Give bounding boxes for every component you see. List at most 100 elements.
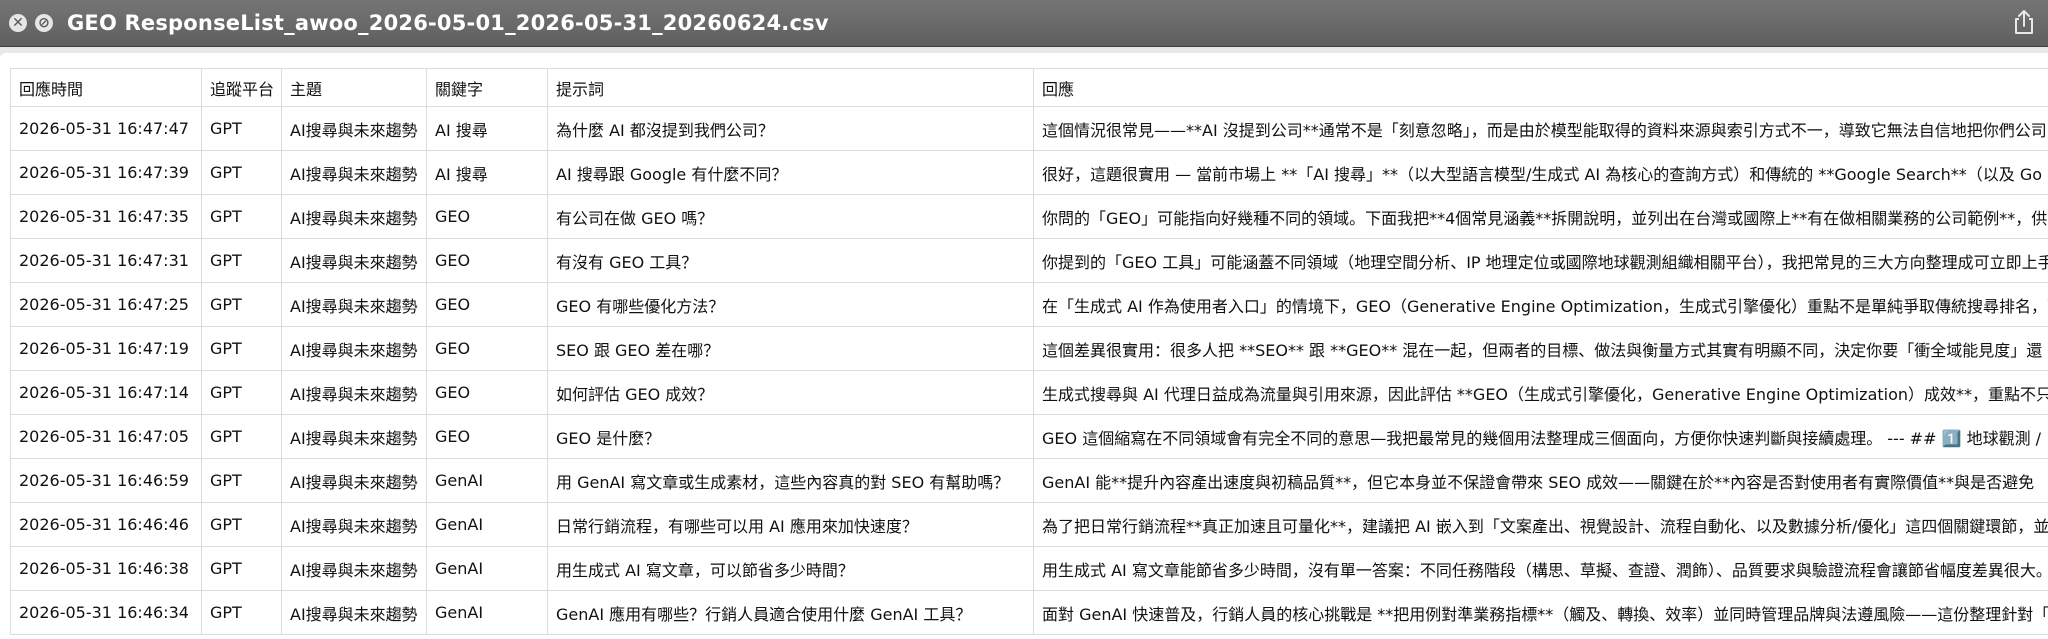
cell-response: 這個情況很常見——**AI 沒提到公司**通常不是「刻意忽略」，而是由於模型能取… (1033, 106, 2048, 151)
header-platform: 追蹤平台 (201, 68, 282, 107)
cell-platform: GPT (201, 238, 282, 283)
cell-topic: AI搜尋與未來趨勢 (281, 414, 427, 459)
cell-keyword: AI 搜尋 (426, 106, 548, 151)
title-bar: ✕ ⊘ GEO ResponseList_awoo_2026-05-01_202… (0, 0, 2048, 47)
cell-topic: AI搜尋與未來趨勢 (281, 502, 427, 547)
cell-response: 用生成式 AI 寫文章能節省多少時間，沒有單一答案：不同任務階段（構思、草擬、查… (1033, 546, 2048, 591)
close-window-button[interactable]: ✕ (9, 14, 27, 32)
cell-response-time: 2026-05-31 16:46:38 (10, 546, 202, 591)
cell-keyword: GEO (426, 194, 548, 239)
fullscreen-icon: ⊘ (38, 15, 50, 31)
cell-response-time: 2026-05-31 16:47:05 (10, 414, 202, 459)
cell-prompt: 日常行銷流程，有哪些可以用 AI 應用來加快速度？ (547, 502, 1034, 547)
cell-response: 你問的「GEO」可能指向好幾種不同的領域。下面我把**4個常見涵義**拆開說明，… (1033, 194, 2048, 239)
cell-response: GenAI 能**提升內容產出速度與初稿品質**，但它本身並不保證會帶來 SEO… (1033, 458, 2048, 503)
cell-prompt: AI 搜尋跟 Google 有什麼不同？ (547, 150, 1034, 195)
cell-response-time: 2026-05-31 16:47:19 (10, 326, 202, 371)
cell-response: 在「生成式 AI 作為使用者入口」的情境下，GEO（Generative Eng… (1033, 282, 2048, 327)
cell-response-time: 2026-05-31 16:46:59 (10, 458, 202, 503)
cell-response-time: 2026-05-31 16:47:35 (10, 194, 202, 239)
cell-keyword: GEO (426, 370, 548, 415)
cell-platform: GPT (201, 590, 282, 635)
cell-topic: AI搜尋與未來趨勢 (281, 150, 427, 195)
cell-prompt: GEO 是什麼？ (547, 414, 1034, 459)
cell-keyword: GenAI (426, 502, 548, 547)
table-row[interactable]: 2026-05-31 16:47:25 GPT AI搜尋與未來趨勢 GEO GEO 有哪… (10, 282, 2048, 327)
cell-prompt: GEO 有哪些優化方法？ (547, 282, 1034, 327)
table-row[interactable]: 2026-05-31 16:47:19 GPT AI搜尋與未來趨勢 GEO SEO 跟 … (10, 326, 2048, 371)
cell-response-time: 2026-05-31 16:47:25 (10, 282, 202, 327)
cell-response: 這個差異很實用：很多人把 **SEO** 跟 **GEO** 混在一起，但兩者的… (1033, 326, 2048, 371)
cell-topic: AI搜尋與未來趨勢 (281, 326, 427, 371)
cell-platform: GPT (201, 458, 282, 503)
cell-platform: GPT (201, 282, 282, 327)
cell-platform: GPT (201, 326, 282, 371)
cell-prompt: 有沒有 GEO 工具？ (547, 238, 1034, 283)
cell-keyword: AI 搜尋 (426, 150, 548, 195)
cell-keyword: GenAI (426, 546, 548, 591)
close-icon: ✕ (12, 15, 24, 31)
cell-response-time: 2026-05-31 16:47:47 (10, 106, 202, 151)
table-row[interactable]: 2026-05-31 16:47:47 GPT AI搜尋與未來趨勢 AI 搜尋 為什麼 … (10, 106, 2048, 151)
table-row[interactable]: 2026-05-31 16:47:35 GPT AI搜尋與未來趨勢 GEO 有公司在做 … (10, 194, 2048, 239)
cell-prompt: 為什麼 AI 都沒提到我們公司？ (547, 106, 1034, 151)
csv-table: 回應時間 追蹤平台 主題 關鍵字 提示詞 回應 2026-05-31 16:47… (10, 68, 2048, 635)
cell-prompt: 用 GenAI 寫文章或生成素材，這些內容真的對 SEO 有幫助嗎？ (547, 458, 1034, 503)
cell-platform: GPT (201, 546, 282, 591)
table-row[interactable]: 2026-05-31 16:47:31 GPT AI搜尋與未來趨勢 GEO 有沒有 GE… (10, 238, 2048, 283)
cell-response-time: 2026-05-31 16:46:34 (10, 590, 202, 635)
cell-topic: AI搜尋與未來趨勢 (281, 282, 427, 327)
table-row[interactable]: 2026-05-31 16:47:05 GPT AI搜尋與未來趨勢 GEO GEO 是什… (10, 414, 2048, 459)
share-button[interactable] (2012, 9, 2036, 35)
cell-topic: AI搜尋與未來趨勢 (281, 194, 427, 239)
cell-response-time: 2026-05-31 16:47:31 (10, 238, 202, 283)
cell-response-time: 2026-05-31 16:46:46 (10, 502, 202, 547)
table-row[interactable]: 2026-05-31 16:46:59 GPT AI搜尋與未來趨勢 GenAI 用 Ge… (10, 458, 2048, 503)
cell-prompt: 如何評估 GEO 成效？ (547, 370, 1034, 415)
cell-keyword: GEO (426, 414, 548, 459)
cell-platform: GPT (201, 106, 282, 151)
cell-topic: AI搜尋與未來趨勢 (281, 106, 427, 151)
table-body: 2026-05-31 16:47:47 GPT AI搜尋與未來趨勢 AI 搜尋 為什麼 … (10, 106, 2048, 635)
cell-keyword: GEO (426, 326, 548, 371)
cell-platform: GPT (201, 502, 282, 547)
cell-platform: GPT (201, 194, 282, 239)
cell-topic: AI搜尋與未來趨勢 (281, 590, 427, 635)
header-response: 回應 (1033, 68, 2048, 107)
window-title: GEO ResponseList_awoo_2026-05-01_2026-05… (67, 11, 829, 35)
fullscreen-button[interactable]: ⊘ (35, 14, 53, 32)
cell-response: 為了把日常行銷流程**真正加速且可量化**，建議把 AI 嵌入到「文案產出、視覺… (1033, 502, 2048, 547)
cell-topic: AI搜尋與未來趨勢 (281, 546, 427, 591)
csv-preview-content[interactable]: 回應時間 追蹤平台 主題 關鍵字 提示詞 回應 2026-05-31 16:47… (0, 53, 2048, 639)
table-row[interactable]: 2026-05-31 16:47:39 GPT AI搜尋與未來趨勢 AI 搜尋 AI 搜… (10, 150, 2048, 195)
cell-response: 生成式搜尋與 AI 代理日益成為流量與引用來源，因此評估 **GEO（生成式引擎… (1033, 370, 2048, 415)
header-prompt: 提示詞 (547, 68, 1034, 107)
cell-topic: AI搜尋與未來趨勢 (281, 238, 427, 283)
table-row[interactable]: 2026-05-31 16:46:38 GPT AI搜尋與未來趨勢 GenAI 用生成式… (10, 546, 2048, 591)
header-topic: 主題 (281, 68, 427, 107)
cell-platform: GPT (201, 370, 282, 415)
cell-keyword: GEO (426, 238, 548, 283)
cell-prompt: GenAI 應用有哪些？行銷人員適合使用什麼 GenAI 工具？ (547, 590, 1034, 635)
cell-keyword: GenAI (426, 458, 548, 503)
cell-response: 面對 GenAI 快速普及，行銷人員的核心挑戰是 **把用例對準業務指標**（觸… (1033, 590, 2048, 635)
cell-topic: AI搜尋與未來趨勢 (281, 458, 427, 503)
cell-keyword: GEO (426, 282, 548, 327)
table-row[interactable]: 2026-05-31 16:46:34 GPT AI搜尋與未來趨勢 GenAI GenA… (10, 590, 2048, 635)
cell-topic: AI搜尋與未來趨勢 (281, 370, 427, 415)
table-row[interactable]: 2026-05-31 16:46:46 GPT AI搜尋與未來趨勢 GenAI 日常行銷… (10, 502, 2048, 547)
share-icon (2015, 10, 2033, 34)
cell-response: 你提到的「GEO 工具」可能涵蓋不同領域（地理空間分析、IP 地理定位或國際地球… (1033, 238, 2048, 283)
cell-response-time: 2026-05-31 16:47:14 (10, 370, 202, 415)
header-response-time: 回應時間 (10, 68, 202, 107)
table-row[interactable]: 2026-05-31 16:47:14 GPT AI搜尋與未來趨勢 GEO 如何評估 G… (10, 370, 2048, 415)
cell-prompt: SEO 跟 GEO 差在哪？ (547, 326, 1034, 371)
table-header-row: 回應時間 追蹤平台 主題 關鍵字 提示詞 回應 (10, 68, 2048, 107)
cell-response: GEO 這個縮寫在不同領域會有完全不同的意思—我把最常見的幾個用法整理成三個面向… (1033, 414, 2048, 459)
cell-platform: GPT (201, 414, 282, 459)
cell-response: 很好，這題很實用 — 當前市場上 **「AI 搜尋」**（以大型語言模型/生成式… (1033, 150, 2048, 195)
cell-platform: GPT (201, 150, 282, 195)
cell-prompt: 有公司在做 GEO 嗎？ (547, 194, 1034, 239)
cell-prompt: 用生成式 AI 寫文章，可以節省多少時間？ (547, 546, 1034, 591)
cell-keyword: GenAI (426, 590, 548, 635)
